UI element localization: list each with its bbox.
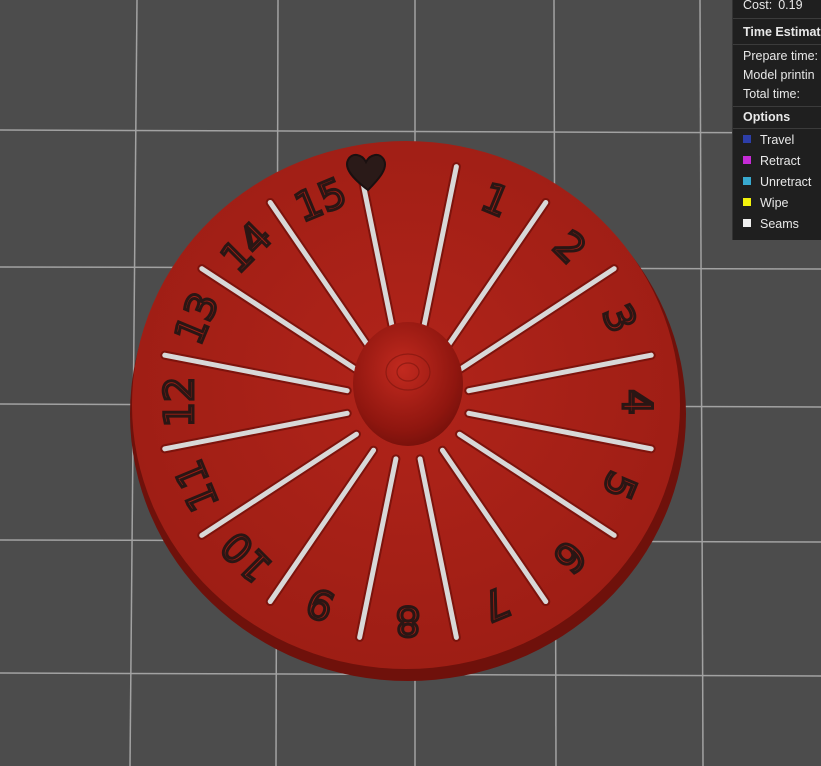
total-time-label: Total time: [743, 87, 800, 101]
dial-number-12: 12 [157, 377, 203, 428]
legend-panel: Cost: 0.19 Time Estimat Prepare time: Mod… [732, 0, 821, 240]
option-label: Retract [760, 154, 801, 168]
cost-value: 0.19 [778, 0, 803, 12]
option-seams[interactable]: Seams [743, 217, 799, 231]
unretract-swatch-icon [743, 177, 751, 185]
options-header: Options [743, 110, 791, 124]
option-wipe[interactable]: Wipe [743, 196, 788, 210]
cost-label: Cost: [743, 0, 773, 12]
disc-model[interactable]: 123456789101112131415 [130, 141, 686, 681]
option-label: Seams [760, 217, 799, 231]
option-label: Unretract [760, 175, 812, 189]
option-label: Travel [760, 133, 795, 147]
dial-number-8: 8 [395, 597, 420, 643]
option-label: Wipe [760, 196, 789, 210]
3d-viewport[interactable]: 123456789101112131415 [0, 0, 821, 766]
option-retract[interactable]: Retract [743, 154, 800, 168]
travel-swatch-icon [743, 135, 751, 143]
time-estimate-header: Time Estimat [743, 25, 821, 39]
dial-number-4: 4 [613, 389, 659, 414]
option-unretract[interactable]: Unretract [743, 175, 811, 189]
wipe-swatch-icon [743, 198, 751, 206]
prepare-time-label: Prepare time: [743, 49, 819, 63]
seams-swatch-icon [743, 219, 751, 227]
option-travel[interactable]: Travel [743, 133, 794, 147]
model-printing-time-label: Model printin [743, 68, 815, 82]
center-dome [353, 322, 463, 446]
retract-swatch-icon [743, 156, 751, 164]
